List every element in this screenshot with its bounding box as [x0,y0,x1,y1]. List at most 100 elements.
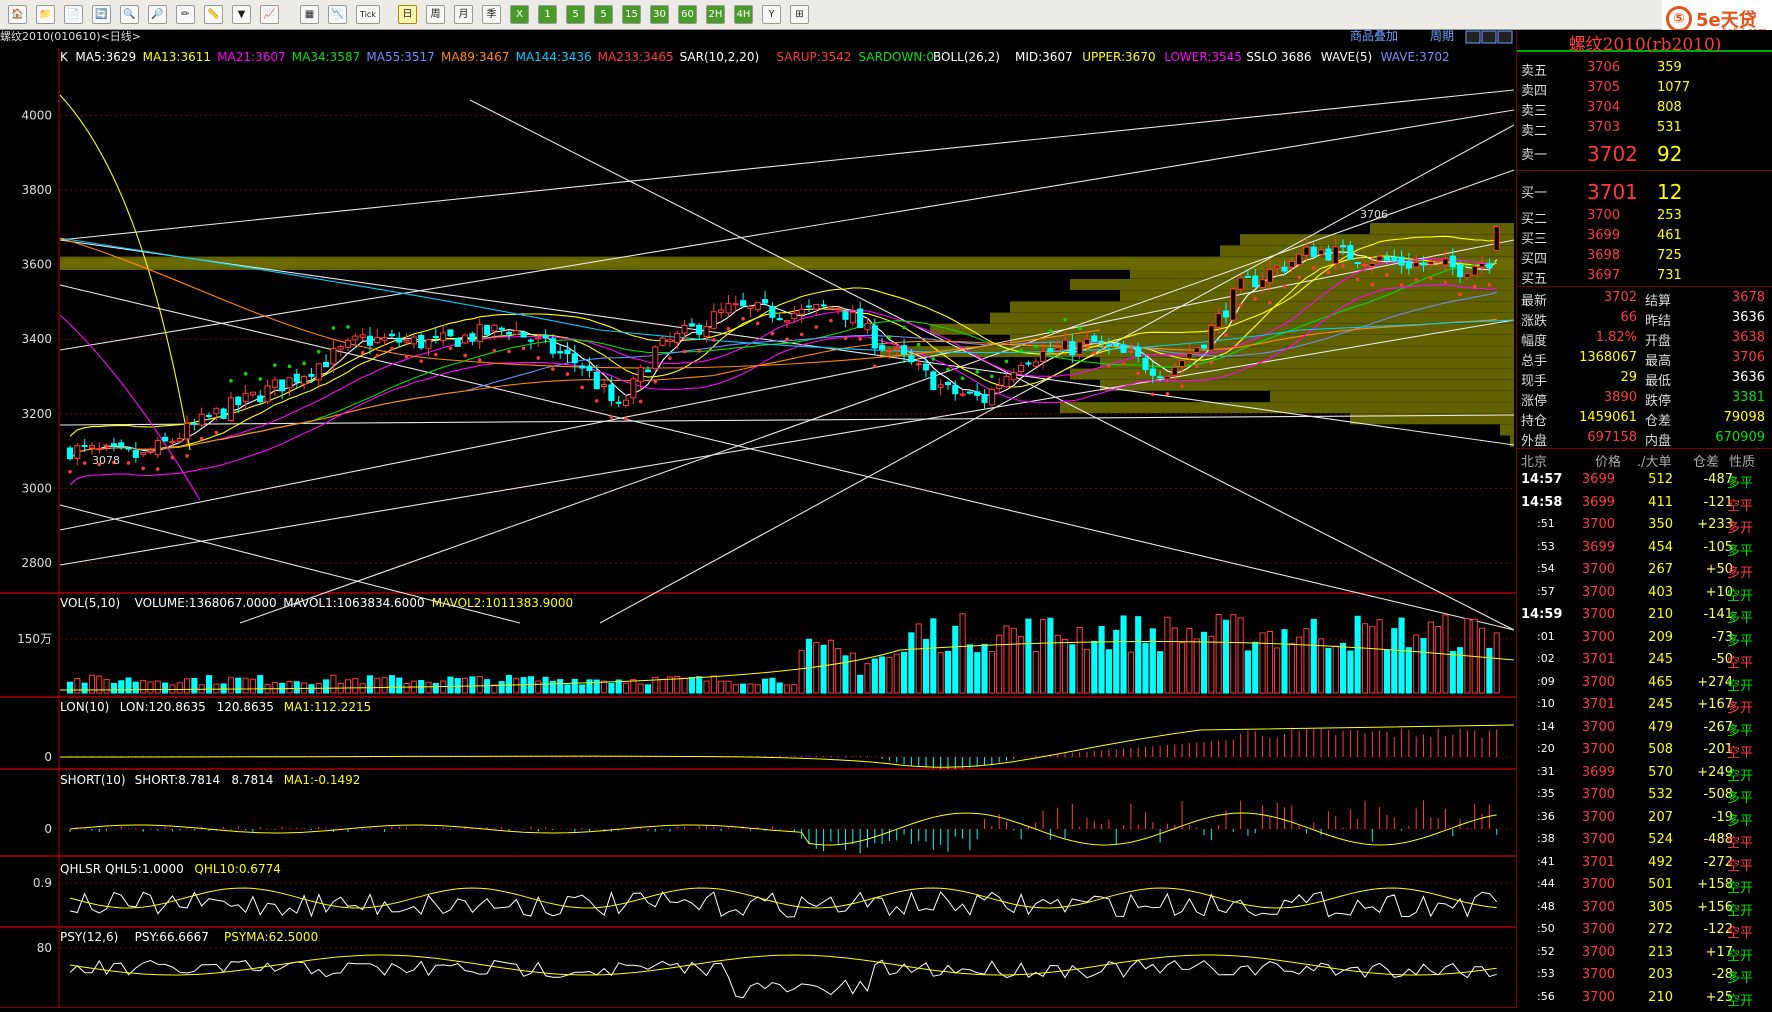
toolbar-button[interactable]: 📏 [204,5,223,24]
tick-row: :14 3700 479 -267 多平 [1517,718,1772,739]
volume-bar [1259,632,1266,694]
toolbar-button[interactable]: 2H [706,5,725,24]
toolbar-button[interactable]: 📈 [260,5,279,24]
volume-profile-band [1220,245,1514,257]
toolbar-button[interactable]: 月 [454,5,473,24]
volume-profile-band [1500,424,1514,436]
volume-bar [147,681,154,694]
ask-row: 卖三 3704 808 [1517,98,1772,119]
sar-dot [829,318,833,323]
volume-bar [425,681,432,694]
toolbar-button[interactable]: 1 [538,5,557,24]
volume-bar [893,653,900,694]
sar-dot [316,349,321,354]
candle-body [110,443,117,447]
volume-bar [184,678,191,694]
candle-body [184,422,191,440]
sar-dot [872,364,877,368]
toolbar-button[interactable]: 30 [650,5,669,24]
sar-dot [1194,364,1199,369]
toolbar-button[interactable]: 🔄 [92,5,111,24]
volume-bar [220,683,227,694]
volume-bar [447,676,454,694]
candle-body [103,444,110,447]
short-indicator-legend: SHORT(10) [60,773,126,787]
sar-dot [1165,391,1170,396]
quote-price: 3700 [1587,208,1621,223]
toolbar-button[interactable]: 5 [566,5,585,24]
sar-dot [960,376,965,381]
candle-body [505,332,513,335]
sar-dot [887,335,892,339]
toolbar-button[interactable]: 15 [622,5,641,24]
main-indicator-legend: MA34:3587 [292,50,360,64]
volume-bar [1003,625,1010,694]
tick-time: :31 [1537,764,1555,778]
toolbar-button[interactable]: 📉 [328,5,347,24]
lon-indicator-legend: LON(10) [60,700,109,714]
toolbar-button[interactable]: 📁 [36,5,55,24]
toolbar-button[interactable]: ⊞ [790,5,809,24]
toolbar-button[interactable]: X [510,5,529,24]
candle-body [937,384,944,388]
kline-chart[interactable]: 螺纹2010(010610)<日线> 商品叠加 周期 K MA5:3629 MA13:36… [0,28,1516,1009]
toolbar-button[interactable]: 季 [482,5,501,24]
nav-button [1497,30,1513,44]
tick-row: 14:58 3699 411 -121 空平 [1517,493,1772,514]
tick-price: 3700 [1581,584,1615,600]
quote-price: 3697 [1587,268,1621,283]
volume-bar [235,677,242,694]
main-indicator-legend: MA55:3517 [366,50,434,64]
volume-bar [1457,647,1464,694]
candle-body [81,444,88,447]
toolbar-button[interactable]: 5 [594,5,613,24]
toolbar-button[interactable]: 🏠 [8,5,27,24]
quote-label: 卖一 [1521,148,1548,163]
chart-area[interactable]: 螺纹2010(010610)<日线> 商品叠加 周期 K MA5:3629 MA13:36… [0,28,1516,1009]
candle-body [644,369,652,373]
candle-body [410,336,417,345]
volume-bar [959,613,966,694]
toolbar-button[interactable]: ▦ [300,5,319,24]
tick-time: :36 [1537,809,1555,823]
tick-row: :01 3700 209 -73 多平 [1517,628,1772,649]
stat-value: 79098 [1723,410,1765,425]
volume-bar [176,682,183,694]
volume-bar [125,677,132,694]
volume-bar [440,680,447,694]
toolbar-button[interactable]: ✏ [176,5,195,24]
tick-row: :52 3700 213 +17 空开 [1517,943,1772,964]
toolbar-button[interactable]: ▼ [232,5,251,24]
volume-bar [96,675,103,694]
price-tick: 3200 [21,407,52,421]
tick-size: 524 [1648,832,1673,847]
price-tick: 2800 [21,556,52,570]
tick-row: :09 3700 465 +274 空开 [1517,673,1772,694]
volume-bar [1076,626,1083,694]
toolbar-button[interactable]: 🔎 [148,5,167,24]
toolbar-button[interactable]: 4H [734,5,753,24]
sar-dot [858,337,862,341]
candle-body [1193,347,1200,353]
volume-bar [1281,629,1288,694]
sar-dot [1355,277,1360,282]
toolbar-button[interactable]: 🔍 [120,5,139,24]
toolbar-button[interactable]: Tick [356,5,380,24]
bid-row: 买二 3700 253 [1517,206,1772,227]
candle-body [879,344,886,350]
sar-dot [1019,348,1023,353]
volume-bar [974,652,981,694]
stat-label: 开盘 [1645,334,1672,349]
sar-dot [1370,282,1375,287]
candle-body [703,325,710,337]
toolbar-button[interactable]: 日 [398,5,417,24]
candle-body [1318,249,1325,255]
sar-dot [492,348,497,353]
volume-bar [1164,616,1171,694]
toolbar-button[interactable]: 60 [678,5,697,24]
toolbar-button[interactable]: 周 [426,5,445,24]
toolbar-button[interactable]: Y [762,5,781,24]
candle-body [513,330,520,335]
candle-body [344,339,352,348]
toolbar-button[interactable]: 📄 [64,5,83,24]
